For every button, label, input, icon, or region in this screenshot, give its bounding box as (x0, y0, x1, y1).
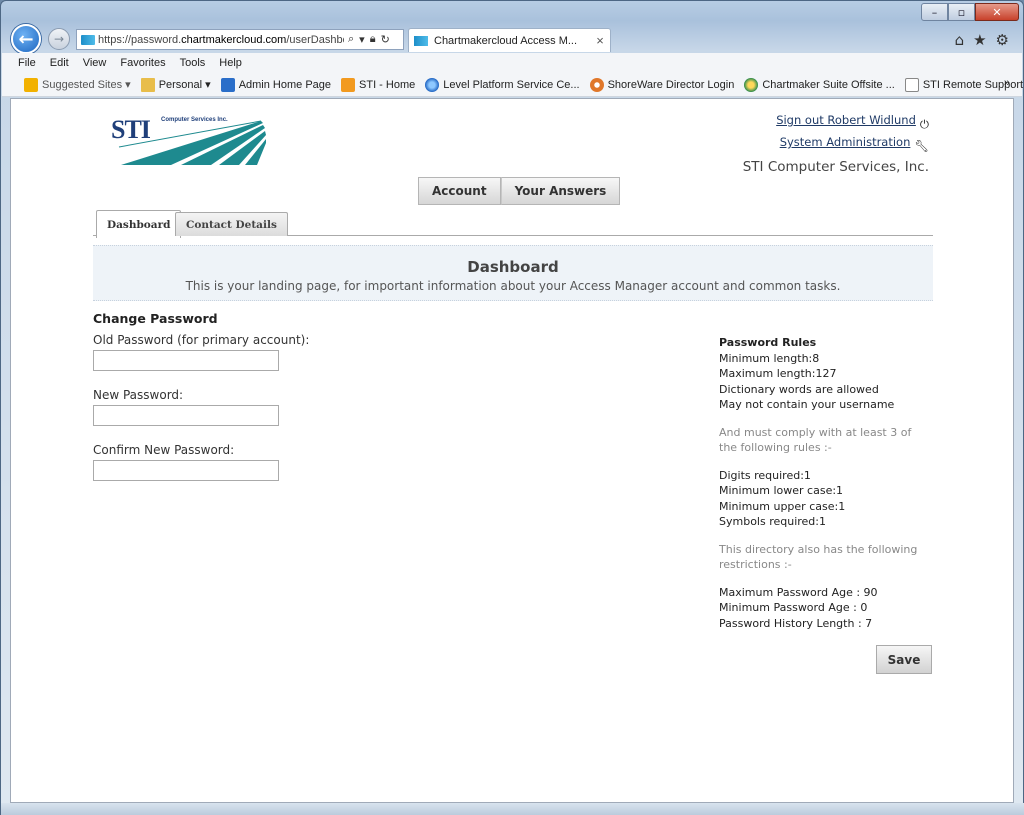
confirm-password-label: Confirm New Password: (93, 443, 235, 457)
rule-digits: Digits required:1 (719, 468, 811, 482)
menu-tools[interactable]: Tools (180, 57, 206, 69)
restore-button[interactable]: ▫ (948, 3, 975, 21)
old-password-input[interactable] (93, 350, 279, 371)
confirm-password-input[interactable] (93, 460, 279, 481)
page-title: Dashboard (467, 258, 559, 276)
company-name: STI Computer Services, Inc. (742, 159, 929, 175)
gear-icon[interactable]: ⚙ (996, 31, 1009, 49)
fav-personal[interactable]: Personal ▾ (140, 77, 211, 92)
password-rules: Password Rules Minimum length:8 Maximum … (719, 335, 929, 631)
dashboard-banner: Dashboard This is your landing page, for… (93, 245, 933, 301)
rules-title: Password Rules (719, 336, 817, 349)
address-bar[interactable]: https://password.chartmakercloud.com/use… (76, 29, 404, 50)
menu-view[interactable]: View (83, 57, 107, 69)
rule-history: Password History Length : 7 (719, 616, 873, 630)
address-url[interactable]: https://password.chartmakercloud.com/use… (98, 34, 344, 46)
rule-max-age: Maximum Password Age : 90 (719, 585, 878, 599)
save-button[interactable]: Save (876, 645, 932, 674)
tab-contact-details[interactable]: Contact Details (175, 212, 288, 236)
shoreware-icon (589, 77, 604, 92)
fav-suggested-sites[interactable]: Suggested Sites ▾ (24, 77, 131, 92)
rule-restrictions-note: This directory also has the following re… (719, 542, 918, 572)
forward-button[interactable]: → (48, 28, 70, 50)
top-button-group: Account Your Answers (418, 177, 621, 205)
folder-icon (140, 77, 155, 92)
sign-out-link[interactable]: Sign out Robert Widlund (776, 113, 916, 127)
rule-no-username: May not contain your username (719, 398, 895, 411)
window-controls: – ▫ ✕ (921, 3, 1019, 21)
bing-icon (24, 77, 38, 92)
search-icon[interactable]: ⌕ (348, 33, 354, 46)
fav-chartmaker-suite[interactable]: Chartmaker Suite Offsite ... (744, 77, 895, 92)
rule-lower: Minimum lower case:1 (719, 484, 844, 497)
browser-window: – ▫ ✕ ← → https://password.chartmakerclo… (0, 0, 1024, 815)
menu-file[interactable]: File (18, 57, 36, 69)
menu-favorites[interactable]: Favorites (120, 57, 165, 69)
tab-favicon (414, 35, 428, 46)
browser-toolbar: – ▫ ✕ ← → https://password.chartmakerclo… (1, 1, 1024, 54)
fav-sti-home[interactable]: STI - Home (341, 77, 415, 92)
favorites-star-icon[interactable]: ★ (973, 31, 986, 49)
change-password-form: Change Password Old Password (for primar… (93, 311, 393, 498)
fav-admin-home[interactable]: Admin Home Page (220, 77, 331, 92)
back-button[interactable]: ← (11, 24, 41, 54)
rule-symbols: Symbols required:1 (719, 515, 826, 528)
rule-upper: Minimum upper case:1 (719, 499, 846, 513)
page-content: STI Computer Services Inc. Sign out Robe… (93, 99, 933, 799)
dropdown-icon[interactable]: ▾ (359, 33, 365, 46)
menu-edit[interactable]: Edit (50, 57, 69, 69)
refresh-icon[interactable]: ↻ (381, 33, 390, 46)
sti-logo[interactable]: STI Computer Services Inc. (111, 113, 266, 171)
page-viewport: STI Computer Services Inc. Sign out Robe… (10, 98, 1014, 803)
sti-icon (341, 77, 356, 92)
wrench-icon[interactable]: 🔧︎ (914, 139, 929, 153)
office-icon (220, 77, 235, 92)
tab-title: Chartmakercloud Access M... (434, 34, 578, 47)
menu-bar: File Edit View Favorites Tools Help (2, 53, 1022, 73)
menu-help[interactable]: Help (219, 57, 242, 69)
ie-icon (425, 77, 440, 92)
close-tab-icon[interactable]: × (590, 33, 610, 48)
page-subtitle: This is your landing page, for important… (185, 279, 841, 293)
minimize-button[interactable]: – (921, 3, 948, 21)
rule-dictionary: Dictionary words are allowed (719, 382, 879, 396)
fav-level-platform[interactable]: Level Platform Service Ce... (425, 77, 580, 92)
new-password-label: New Password: (93, 388, 184, 402)
rule-max-length: Maximum length:127 (719, 367, 837, 380)
account-button[interactable]: Account (418, 177, 501, 205)
old-password-label: Old Password (for primary account): (93, 333, 310, 347)
system-admin-link[interactable]: System Administration (780, 135, 911, 149)
home-icon[interactable]: ⌂ (955, 31, 965, 49)
site-favicon (81, 34, 95, 45)
form-heading: Change Password (93, 311, 218, 326)
your-answers-button[interactable]: Your Answers (500, 177, 621, 205)
window-bottom-frame (1, 803, 1024, 815)
arrow-left-icon: ← (18, 28, 34, 50)
page-icon (904, 77, 919, 92)
fav-shoreware[interactable]: ShoreWare Director Login (589, 77, 734, 92)
header-links: Sign out Robert Widlund ⏻ System Administ… (776, 113, 929, 157)
tab-dashboard[interactable]: Dashboard (96, 210, 182, 238)
browser-tab[interactable]: Chartmakercloud Access M... × (408, 28, 611, 52)
power-icon[interactable]: ⏻ (920, 117, 929, 132)
rule-min-age: Minimum Password Age : 0 (719, 601, 868, 614)
page-tabs: Dashboard Contact Details (93, 208, 933, 238)
rule-min-length: Minimum length:8 (719, 351, 820, 365)
arrow-right-icon: → (53, 32, 65, 46)
chartmaker-icon (744, 77, 759, 92)
favorites-bar: Suggested Sites ▾ Personal ▾ Admin Home … (2, 73, 1023, 97)
lock-icon[interactable]: 🔒︎ (370, 33, 376, 46)
close-window-button[interactable]: ✕ (975, 3, 1019, 21)
new-password-input[interactable] (93, 405, 279, 426)
rule-comply-note: And must comply with at least 3 of the f… (719, 425, 912, 455)
chevron-more-icon[interactable]: » (1004, 77, 1010, 89)
